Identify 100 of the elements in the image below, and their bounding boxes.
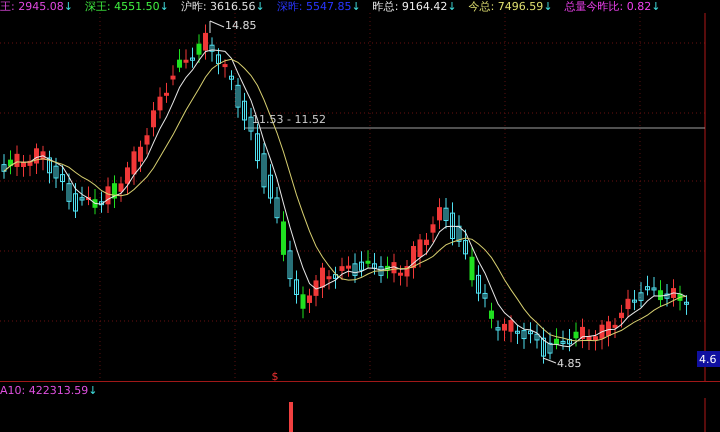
candle [255, 123, 260, 170]
candle [482, 284, 488, 308]
price-label: 14.85 [225, 19, 256, 32]
candle [574, 322, 578, 347]
candle [385, 256, 390, 279]
candle [8, 150, 13, 175]
trend-arrow: ↓ [351, 0, 361, 13]
candle [144, 127, 150, 155]
candle [34, 142, 39, 174]
index-reading: 深王: 4551.50 [84, 0, 160, 13]
candle [170, 64, 176, 86]
candle [229, 70, 234, 91]
candle [184, 48, 188, 70]
index-reading: 深昨: 5547.85 [276, 0, 352, 13]
volume-bar [289, 402, 293, 432]
candle [112, 174, 117, 208]
trend-arrow: ↓ [447, 0, 457, 13]
volume-indicator-reading: A10: 422313.59 [0, 384, 88, 397]
candle [600, 319, 604, 350]
candle [411, 240, 416, 280]
candle [586, 328, 592, 350]
candle [664, 283, 670, 307]
candle [359, 250, 364, 278]
candle [548, 332, 552, 360]
candle [21, 154, 26, 178]
candle [580, 318, 585, 349]
candle [496, 320, 500, 342]
candle [196, 34, 202, 64]
candle [392, 253, 396, 283]
candle [444, 198, 448, 230]
candle [294, 270, 299, 304]
candle [203, 24, 208, 60]
candle [476, 264, 481, 302]
candle [626, 289, 630, 318]
candle [366, 250, 370, 269]
candle [678, 285, 682, 311]
candle [314, 274, 318, 307]
candle [138, 140, 143, 172]
candle [86, 186, 91, 206]
candle [404, 259, 410, 288]
candle [132, 146, 136, 186]
index-reading: 昨总: 9164.42 [372, 0, 448, 13]
trend-arrow: ↓ [543, 0, 553, 13]
candle [92, 188, 98, 215]
candle [177, 48, 182, 73]
candle [352, 252, 358, 284]
candle [2, 154, 6, 180]
candle [222, 58, 228, 78]
candle [236, 78, 240, 118]
candle [80, 186, 84, 206]
candle [288, 240, 292, 288]
candle [164, 82, 169, 104]
candle [606, 315, 611, 347]
candle [210, 36, 214, 62]
candle [158, 86, 162, 119]
trend-arrow: ↓ [88, 384, 98, 397]
candle [378, 256, 384, 284]
candle [248, 107, 254, 141]
candle [541, 327, 546, 364]
candle [66, 173, 72, 210]
candle [528, 322, 533, 344]
candle [430, 216, 436, 243]
candle [333, 266, 338, 290]
candle [560, 330, 566, 350]
index-reading: 沪昨: 3616.56 [180, 0, 256, 13]
candle [638, 282, 644, 308]
candle [619, 304, 624, 328]
price-label: 4.85 [557, 357, 582, 370]
candle [508, 314, 514, 343]
candle [268, 164, 273, 204]
candle [14, 144, 20, 177]
candle [372, 252, 377, 276]
candle [281, 210, 286, 262]
candle [658, 280, 663, 308]
candle [106, 177, 110, 214]
candle [28, 154, 32, 177]
candle [567, 328, 572, 352]
candle [125, 161, 130, 195]
index-reading: 总量今昨比: 0.82 [564, 0, 652, 13]
candle [534, 324, 540, 350]
candle [424, 232, 429, 256]
candle [470, 246, 474, 288]
candle [190, 47, 195, 68]
candle [242, 92, 247, 130]
trend-arrow: ↓ [160, 0, 169, 13]
candle [456, 214, 462, 248]
candle [645, 275, 650, 296]
candle [684, 294, 689, 316]
index-reading: 王: 2945.08 [0, 0, 64, 13]
candle [54, 157, 58, 188]
candle [340, 257, 344, 280]
candle [151, 101, 156, 137]
trend-arrow: ↓ [651, 0, 660, 13]
leader-line [210, 20, 224, 34]
candle [99, 191, 104, 214]
candle [262, 142, 266, 194]
candle [398, 264, 403, 286]
candle [300, 286, 306, 319]
candle [554, 328, 559, 350]
candle [118, 176, 124, 202]
